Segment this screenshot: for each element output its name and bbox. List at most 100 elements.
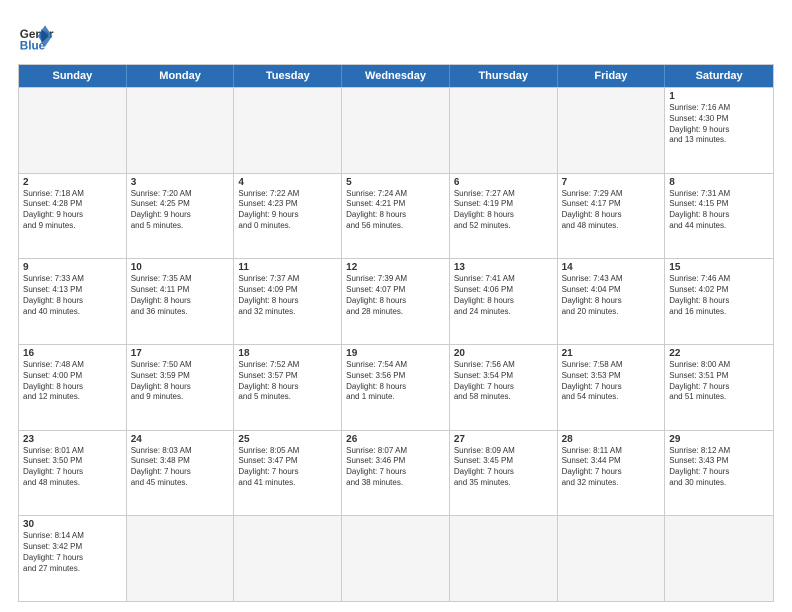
day-number: 30 (23, 519, 122, 530)
cal-day-3: 3Sunrise: 7:20 AM Sunset: 4:25 PM Daylig… (127, 174, 235, 259)
cal-empty (342, 516, 450, 601)
day-info: Sunrise: 7:54 AM Sunset: 3:56 PM Dayligh… (346, 360, 445, 403)
day-number: 9 (23, 262, 122, 273)
cal-day-24: 24Sunrise: 8:03 AM Sunset: 3:48 PM Dayli… (127, 431, 235, 516)
day-number: 3 (131, 177, 230, 188)
day-info: Sunrise: 8:07 AM Sunset: 3:46 PM Dayligh… (346, 446, 445, 489)
day-number: 5 (346, 177, 445, 188)
day-info: Sunrise: 8:09 AM Sunset: 3:45 PM Dayligh… (454, 446, 553, 489)
cal-empty (558, 88, 666, 173)
cal-day-15: 15Sunrise: 7:46 AM Sunset: 4:02 PM Dayli… (665, 259, 773, 344)
cal-day-18: 18Sunrise: 7:52 AM Sunset: 3:57 PM Dayli… (234, 345, 342, 430)
col-header-thursday: Thursday (450, 65, 558, 87)
day-info: Sunrise: 7:39 AM Sunset: 4:07 PM Dayligh… (346, 274, 445, 317)
day-info: Sunrise: 8:00 AM Sunset: 3:51 PM Dayligh… (669, 360, 769, 403)
day-info: Sunrise: 8:14 AM Sunset: 3:42 PM Dayligh… (23, 531, 122, 574)
cal-empty (127, 88, 235, 173)
cal-day-28: 28Sunrise: 8:11 AM Sunset: 3:44 PM Dayli… (558, 431, 666, 516)
day-number: 10 (131, 262, 230, 273)
day-info: Sunrise: 7:46 AM Sunset: 4:02 PM Dayligh… (669, 274, 769, 317)
cal-day-26: 26Sunrise: 8:07 AM Sunset: 3:46 PM Dayli… (342, 431, 450, 516)
day-info: Sunrise: 7:29 AM Sunset: 4:17 PM Dayligh… (562, 189, 661, 232)
cal-day-11: 11Sunrise: 7:37 AM Sunset: 4:09 PM Dayli… (234, 259, 342, 344)
day-info: Sunrise: 8:03 AM Sunset: 3:48 PM Dayligh… (131, 446, 230, 489)
page: General Blue SundayMondayTuesdayWednesda… (0, 0, 792, 612)
col-header-friday: Friday (558, 65, 666, 87)
calendar-header: SundayMondayTuesdayWednesdayThursdayFrid… (19, 65, 773, 87)
cal-day-23: 23Sunrise: 8:01 AM Sunset: 3:50 PM Dayli… (19, 431, 127, 516)
col-header-monday: Monday (127, 65, 235, 87)
day-info: Sunrise: 7:56 AM Sunset: 3:54 PM Dayligh… (454, 360, 553, 403)
day-number: 24 (131, 434, 230, 445)
cal-day-1: 1Sunrise: 7:16 AM Sunset: 4:30 PM Daylig… (665, 88, 773, 173)
day-number: 13 (454, 262, 553, 273)
cal-day-29: 29Sunrise: 8:12 AM Sunset: 3:43 PM Dayli… (665, 431, 773, 516)
day-info: Sunrise: 7:41 AM Sunset: 4:06 PM Dayligh… (454, 274, 553, 317)
day-number: 27 (454, 434, 553, 445)
cal-day-2: 2Sunrise: 7:18 AM Sunset: 4:28 PM Daylig… (19, 174, 127, 259)
day-number: 29 (669, 434, 769, 445)
cal-week-4: 23Sunrise: 8:01 AM Sunset: 3:50 PM Dayli… (19, 430, 773, 516)
day-info: Sunrise: 7:50 AM Sunset: 3:59 PM Dayligh… (131, 360, 230, 403)
cal-week-5: 30Sunrise: 8:14 AM Sunset: 3:42 PM Dayli… (19, 515, 773, 601)
day-number: 6 (454, 177, 553, 188)
day-number: 18 (238, 348, 337, 359)
day-info: Sunrise: 7:16 AM Sunset: 4:30 PM Dayligh… (669, 103, 769, 146)
day-info: Sunrise: 7:33 AM Sunset: 4:13 PM Dayligh… (23, 274, 122, 317)
day-number: 28 (562, 434, 661, 445)
cal-week-3: 16Sunrise: 7:48 AM Sunset: 4:00 PM Dayli… (19, 344, 773, 430)
day-info: Sunrise: 7:31 AM Sunset: 4:15 PM Dayligh… (669, 189, 769, 232)
cal-week-1: 2Sunrise: 7:18 AM Sunset: 4:28 PM Daylig… (19, 173, 773, 259)
cal-day-21: 21Sunrise: 7:58 AM Sunset: 3:53 PM Dayli… (558, 345, 666, 430)
calendar-body: 1Sunrise: 7:16 AM Sunset: 4:30 PM Daylig… (19, 87, 773, 601)
day-number: 25 (238, 434, 337, 445)
day-number: 7 (562, 177, 661, 188)
day-number: 20 (454, 348, 553, 359)
cal-day-12: 12Sunrise: 7:39 AM Sunset: 4:07 PM Dayli… (342, 259, 450, 344)
day-number: 17 (131, 348, 230, 359)
day-number: 19 (346, 348, 445, 359)
cal-empty (342, 88, 450, 173)
header: General Blue (18, 18, 774, 54)
cal-day-10: 10Sunrise: 7:35 AM Sunset: 4:11 PM Dayli… (127, 259, 235, 344)
cal-week-2: 9Sunrise: 7:33 AM Sunset: 4:13 PM Daylig… (19, 258, 773, 344)
logo-icon: General Blue (18, 18, 54, 54)
cal-day-25: 25Sunrise: 8:05 AM Sunset: 3:47 PM Dayli… (234, 431, 342, 516)
day-info: Sunrise: 7:18 AM Sunset: 4:28 PM Dayligh… (23, 189, 122, 232)
cal-day-5: 5Sunrise: 7:24 AM Sunset: 4:21 PM Daylig… (342, 174, 450, 259)
day-number: 14 (562, 262, 661, 273)
cal-empty (127, 516, 235, 601)
logo: General Blue (18, 18, 54, 54)
day-number: 23 (23, 434, 122, 445)
cal-day-9: 9Sunrise: 7:33 AM Sunset: 4:13 PM Daylig… (19, 259, 127, 344)
cal-day-27: 27Sunrise: 8:09 AM Sunset: 3:45 PM Dayli… (450, 431, 558, 516)
day-number: 21 (562, 348, 661, 359)
day-number: 22 (669, 348, 769, 359)
cal-week-0: 1Sunrise: 7:16 AM Sunset: 4:30 PM Daylig… (19, 87, 773, 173)
day-info: Sunrise: 7:24 AM Sunset: 4:21 PM Dayligh… (346, 189, 445, 232)
day-number: 26 (346, 434, 445, 445)
cal-empty (234, 88, 342, 173)
day-number: 15 (669, 262, 769, 273)
day-info: Sunrise: 8:01 AM Sunset: 3:50 PM Dayligh… (23, 446, 122, 489)
day-info: Sunrise: 7:35 AM Sunset: 4:11 PM Dayligh… (131, 274, 230, 317)
cal-day-16: 16Sunrise: 7:48 AM Sunset: 4:00 PM Dayli… (19, 345, 127, 430)
day-info: Sunrise: 7:37 AM Sunset: 4:09 PM Dayligh… (238, 274, 337, 317)
cal-day-19: 19Sunrise: 7:54 AM Sunset: 3:56 PM Dayli… (342, 345, 450, 430)
day-number: 16 (23, 348, 122, 359)
cal-empty (450, 88, 558, 173)
day-info: Sunrise: 8:11 AM Sunset: 3:44 PM Dayligh… (562, 446, 661, 489)
col-header-tuesday: Tuesday (234, 65, 342, 87)
cal-day-13: 13Sunrise: 7:41 AM Sunset: 4:06 PM Dayli… (450, 259, 558, 344)
day-info: Sunrise: 7:27 AM Sunset: 4:19 PM Dayligh… (454, 189, 553, 232)
cal-day-8: 8Sunrise: 7:31 AM Sunset: 4:15 PM Daylig… (665, 174, 773, 259)
col-header-sunday: Sunday (19, 65, 127, 87)
cal-day-20: 20Sunrise: 7:56 AM Sunset: 3:54 PM Dayli… (450, 345, 558, 430)
cal-empty (450, 516, 558, 601)
day-info: Sunrise: 7:48 AM Sunset: 4:00 PM Dayligh… (23, 360, 122, 403)
day-info: Sunrise: 7:52 AM Sunset: 3:57 PM Dayligh… (238, 360, 337, 403)
day-info: Sunrise: 7:58 AM Sunset: 3:53 PM Dayligh… (562, 360, 661, 403)
cal-empty (558, 516, 666, 601)
cal-day-17: 17Sunrise: 7:50 AM Sunset: 3:59 PM Dayli… (127, 345, 235, 430)
cal-day-7: 7Sunrise: 7:29 AM Sunset: 4:17 PM Daylig… (558, 174, 666, 259)
